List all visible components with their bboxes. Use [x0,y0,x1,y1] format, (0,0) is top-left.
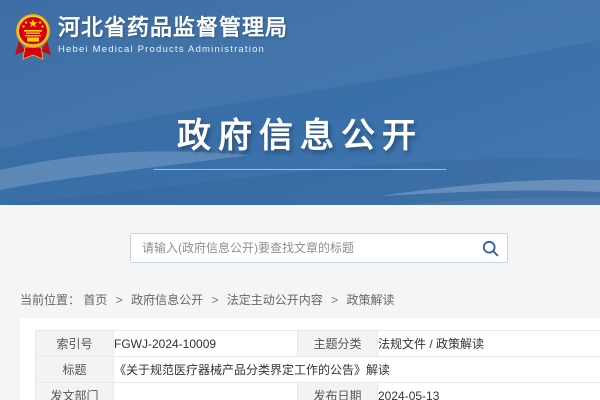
meta-value-topic-category: 法规文件 / 政策解读 [378,331,600,357]
breadcrumb-item-home[interactable]: 首页 [83,293,107,307]
national-emblem-icon [15,11,51,61]
meta-value-index-no: FGWJ-2024-10009 [114,331,298,357]
site-logo: 河北省药品监督管理局 Hebei Medical Products Admini… [15,11,288,61]
breadcrumb: 当前位置： 首页 > 政府信息公开 > 法定主动公开内容 > 政策解读 [20,291,395,308]
article-meta-table: 索引号 FGWJ-2024-10009 主题分类 法规文件 / 政策解读 标题 … [35,330,600,400]
breadcrumb-separator: > [211,293,218,307]
org-name-en: Hebei Medical Products Administration [58,44,288,55]
search-icon [482,240,499,257]
meta-value-title: 《关于规范医疗器械产品分类界定工作的公告》解读 [114,357,600,383]
breadcrumb-label: 当前位置： [20,293,80,307]
meta-value-issuing-department [114,383,298,400]
search-input[interactable] [131,234,473,262]
meta-label-topic-category: 主题分类 [298,331,378,357]
meta-label-issuing-department: 发文部门 [36,383,114,400]
banner-underline [154,169,446,170]
article-meta-card: 索引号 FGWJ-2024-10009 主题分类 法规文件 / 政策解读 标题 … [20,318,600,400]
breadcrumb-item-policy-interpretation[interactable]: 政策解读 [347,293,395,307]
table-row: 标题 《关于规范医疗器械产品分类界定工作的公告》解读 [36,357,600,383]
meta-value-publish-date: 2024-05-13 [378,383,600,400]
breadcrumb-separator: > [116,293,123,307]
table-row: 索引号 FGWJ-2024-10009 主题分类 法规文件 / 政策解读 [36,331,600,357]
table-row: 发文部门 发布日期 2024-05-13 [36,383,600,400]
search-bar [130,233,508,263]
meta-label-index-no: 索引号 [36,331,114,357]
breadcrumb-separator: > [331,293,338,307]
page-title: 政府信息公开 [0,108,600,157]
meta-label-publish-date: 发布日期 [298,383,378,400]
search-button[interactable] [473,234,507,262]
meta-label-title: 标题 [36,357,114,383]
header-banner: 河北省药品监督管理局 Hebei Medical Products Admini… [0,0,600,205]
breadcrumb-item-statutory-content[interactable]: 法定主动公开内容 [227,293,323,307]
breadcrumb-item-info-disclosure[interactable]: 政府信息公开 [131,293,203,307]
org-name-cn: 河北省药品监督管理局 [58,15,288,41]
